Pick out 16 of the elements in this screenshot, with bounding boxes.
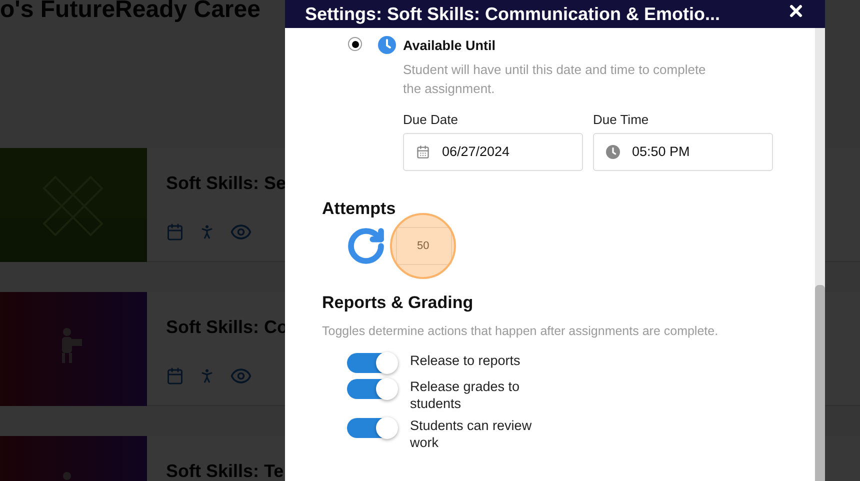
toggle-label: Students can review work [410, 416, 533, 451]
section-description: Toggles determine actions that happen after assignments are complete. [322, 322, 720, 340]
time-field[interactable]: 05:50 PM [593, 132, 773, 171]
option-label: Available Until [403, 37, 497, 55]
option-description: Student will have until this date and time to complete the assignment. [403, 61, 707, 98]
field-value: 05:50 PM [632, 142, 690, 161]
section-heading: Reports & Grading [322, 292, 474, 314]
attempts-field[interactable]: 50 [396, 227, 452, 266]
dialog-title: Settings: Soft Skills: Communication & Emotio... [305, 3, 720, 25]
field-label: Due Time [593, 111, 650, 130]
date-field[interactable]: 06/27/2024 [403, 132, 583, 171]
field-value: 06/27/2024 [442, 142, 510, 161]
section-heading: Attempts [322, 198, 397, 220]
toggle-label: Release to reports [410, 352, 522, 369]
field-label: Due Date [403, 111, 459, 130]
toggle-label: Release grades to students [410, 378, 521, 412]
